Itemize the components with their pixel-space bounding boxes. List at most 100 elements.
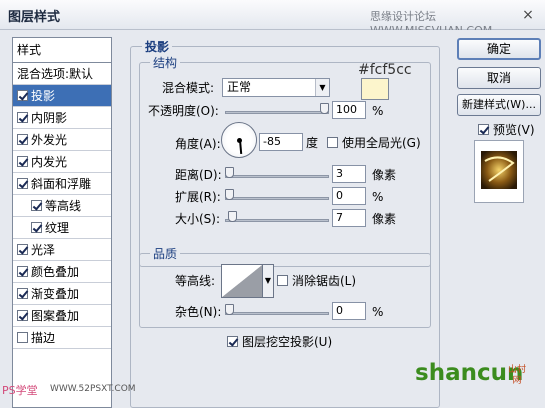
spread-input[interactable]: 0 [332,187,366,205]
preview-label[interactable]: 预览(V) [493,120,535,140]
drop-shadow-title: 投影 [142,38,173,55]
contour-curve-icon [222,265,262,297]
blend-mode-value: 正常 [227,80,252,94]
knockout-checkbox[interactable] [227,336,238,347]
ps-url: WWW.52PSXT.COM [50,384,136,394]
ok-button[interactable]: 确定 [457,38,541,60]
sidebar-item-label: 内阴影 [31,111,68,125]
opacity-label: 不透明度(O): [148,104,219,118]
global-light-checkbox[interactable] [327,137,338,148]
sidebar-item-label: 渐变叠加 [31,287,80,301]
size-unit: 像素 [372,212,397,226]
sidebar-item[interactable]: 投影 [13,85,111,107]
sidebar-item[interactable]: 等高线 [13,195,111,217]
sidebar-item-label: 内发光 [31,155,68,169]
angle-unit: 度 [306,136,319,150]
sidebar-item[interactable]: 图案叠加 [13,305,111,327]
noise-slider[interactable] [225,312,329,315]
blend-mode-label: 混合模式: [162,81,215,95]
spread-label: 扩展(R): [175,190,221,204]
sidebar-item-label: 斜面和浮雕 [31,177,92,191]
styles-list: 样式 混合选项:默认投影内阴影外发光内发光斜面和浮雕等高线纹理光泽颜色叠加渐变叠… [12,37,112,408]
sidebar-item-checkbox[interactable] [17,178,28,189]
spread-percent: % [372,190,384,204]
sidebar-item[interactable]: 外发光 [13,129,111,151]
sidebar-item-checkbox[interactable] [17,310,28,321]
distance-unit: 像素 [372,168,397,182]
angle-input[interactable]: -85 [259,133,303,151]
sidebar-item-checkbox[interactable] [17,134,28,145]
global-light-label[interactable]: 使用全局光(G) [342,133,421,153]
spread-slider[interactable] [225,197,329,200]
distance-label: 距离(D): [175,168,222,182]
structure-title: 结构 [150,54,181,71]
cancel-button[interactable]: 取消 [457,67,541,89]
sidebar-item[interactable]: 描边 [13,327,111,349]
sidebar-item-label: 图案叠加 [31,309,80,323]
preview-thumbnail [481,151,517,189]
sidebar-item-checkbox[interactable] [17,332,28,343]
title-bar: 图层样式 思缘设计论坛 WWW.MISSVUAN.COM × [0,0,545,37]
noise-slider-thumb[interactable] [225,304,234,315]
angle-label: 角度(A): [175,137,221,151]
sidebar-item-checkbox[interactable] [17,156,28,167]
distance-slider[interactable] [225,175,329,178]
shadow-color-swatch[interactable] [361,78,389,100]
size-slider[interactable] [225,219,329,222]
distance-slider-thumb[interactable] [225,167,234,178]
angle-needle-icon [239,139,243,155]
opacity-input[interactable]: 100 [332,101,366,119]
contour-preview[interactable] [221,264,263,298]
opacity-slider-thumb[interactable] [320,103,329,114]
sidebar-item-label: 等高线 [45,199,82,213]
contour-dropdown[interactable]: ▼ [263,264,274,298]
sidebar-item[interactable]: 斜面和浮雕 [13,173,111,195]
styles-header[interactable]: 样式 [13,38,111,63]
blend-mode-select[interactable]: 正常 ▼ [222,78,330,97]
sidebar-item-checkbox[interactable] [17,288,28,299]
sidebar-item[interactable]: 渐变叠加 [13,283,111,305]
noise-label: 杂色(N): [175,305,222,319]
sidebar-item-checkbox[interactable] [17,244,28,255]
dialog-title: 图层样式 [8,10,61,25]
sidebar-item[interactable]: 光泽 [13,239,111,261]
anti-alias-label[interactable]: 消除锯齿(L) [292,271,356,291]
noise-input[interactable]: 0 [332,302,366,320]
angle-dial[interactable] [221,122,257,158]
sidebar-item-checkbox[interactable] [31,200,42,211]
sidebar-item[interactable]: 纹理 [13,217,111,239]
site-logo-sub: 山村网 [507,365,526,386]
new-style-button[interactable]: 新建样式(W)... [457,94,541,116]
sidebar-item[interactable]: 混合选项:默认 [13,63,111,85]
sidebar-item-label: 外发光 [31,133,68,147]
contour-label: 等高线: [175,274,216,288]
size-input[interactable]: 7 [332,209,366,227]
sidebar-item-checkbox[interactable] [17,90,28,101]
opacity-slider[interactable] [225,111,329,114]
size-slider-thumb[interactable] [227,211,237,222]
drop-shadow-panel: 投影 结构 混合模式: 正常 ▼ #fcf5cc 不透明度(O): 100 % … [128,38,442,408]
preview-checkbox[interactable] [478,124,489,135]
sidebar-item[interactable]: 颜色叠加 [13,261,111,283]
ps-logo: PS学堂 [2,384,38,397]
distance-input[interactable]: 3 [332,165,366,183]
sidebar-item-label: 投影 [31,89,56,103]
chevron-down-icon: ▼ [315,79,329,96]
opacity-percent: % [372,104,384,118]
anti-alias-checkbox[interactable] [277,275,288,286]
sidebar-item-label: 光泽 [31,243,56,257]
sidebar-item-checkbox[interactable] [31,222,42,233]
size-label: 大小(S): [175,212,221,226]
spread-slider-thumb[interactable] [225,189,234,200]
close-icon[interactable]: × [518,6,538,24]
sidebar-item-label: 描边 [31,331,56,345]
sidebar-item-label: 混合选项:默认 [17,67,94,81]
chevron-down-icon: ▼ [264,276,272,285]
sidebar-item-label: 颜色叠加 [31,265,80,279]
sidebar-item[interactable]: 内阴影 [13,107,111,129]
knockout-label[interactable]: 图层挖空投影(U) [242,332,332,352]
quality-title: 品质 [150,245,181,262]
sidebar-item-checkbox[interactable] [17,266,28,277]
sidebar-item[interactable]: 内发光 [13,151,111,173]
sidebar-item-checkbox[interactable] [17,112,28,123]
